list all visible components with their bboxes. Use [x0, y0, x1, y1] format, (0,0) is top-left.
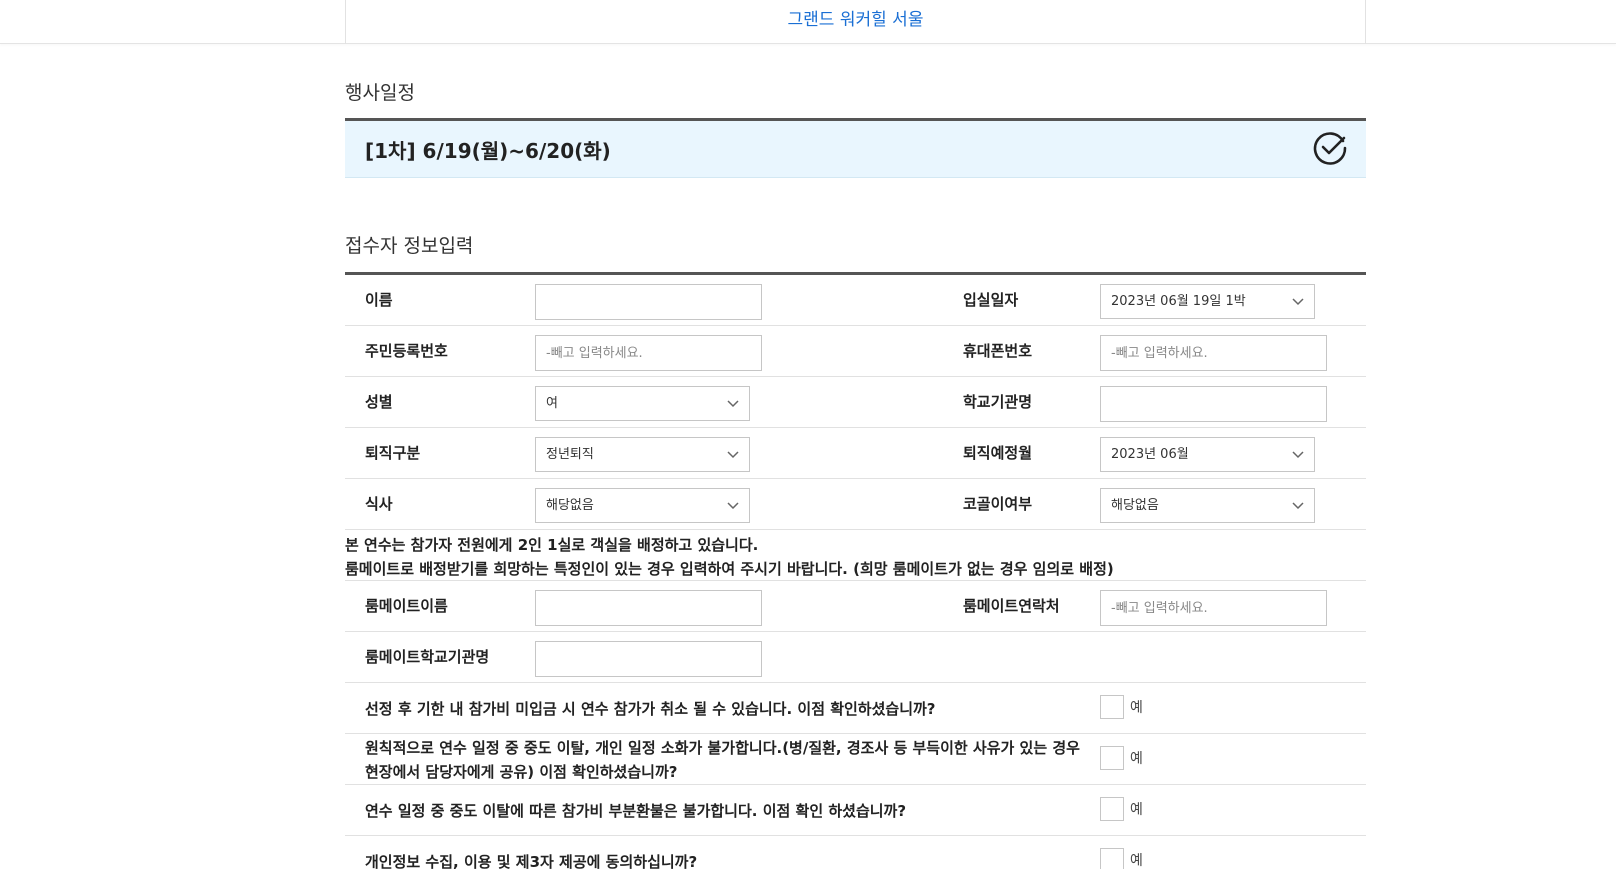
- chevron-down-icon: [727, 451, 739, 459]
- venue-link[interactable]: 그랜드 워커힐 서울: [788, 5, 924, 30]
- confirm-checkbox-label[interactable]: 예: [1130, 683, 1143, 734]
- roommate-contact-input[interactable]: [1100, 590, 1327, 626]
- roommate-notice: 본 연수는 참가자 전원에게 2인 1실로 객실을 배정하고 있습니다. 룸메이…: [345, 530, 1366, 581]
- confirm-checkbox[interactable]: [1100, 797, 1124, 821]
- snore-label: 코골이여부: [963, 495, 1033, 513]
- applicant-info-section-title: 접수자 정보입력: [345, 235, 474, 257]
- form-row-roommate-school: 룸메이트학교기관명: [345, 632, 1366, 683]
- roommate-name-label: 룸메이트이름: [365, 597, 448, 615]
- confirm-question: 선정 후 기한 내 참가비 미입금 시 연수 참가가 취소 될 수 있습니다. …: [365, 699, 936, 718]
- confirm-checkbox[interactable]: [1100, 848, 1124, 869]
- rrn-label: 주민등록번호: [365, 342, 448, 360]
- name-input[interactable]: [535, 284, 762, 320]
- confirm-row-refund: 연수 일정 중 중도 이탈에 따른 참가비 부분환불은 불가합니다. 이점 확인…: [345, 785, 1366, 836]
- confirm-row-privacy: 개인정보 수집, 이용 및 제3자 제공에 동의하십니까? 예: [345, 836, 1366, 869]
- schedule-option-selected[interactable]: [1차] 6/19(월)~6/20(화): [345, 118, 1366, 178]
- retire-type-label: 퇴직구분: [365, 444, 421, 462]
- snore-value: 해당없음: [1111, 498, 1159, 513]
- checkin-date-select[interactable]: 2023년 06월 19일 1박: [1100, 284, 1315, 319]
- schedule-section-title: 행사일정: [345, 82, 415, 104]
- roommate-school-input[interactable]: [535, 641, 762, 677]
- gender-select[interactable]: 여: [535, 386, 750, 421]
- confirm-checkbox[interactable]: [1100, 695, 1124, 719]
- name-label: 이름: [365, 291, 393, 309]
- confirm-checkbox-label[interactable]: 예: [1130, 785, 1143, 836]
- retire-month-label: 퇴직예정월: [963, 444, 1033, 462]
- chevron-down-icon: [727, 400, 739, 408]
- chevron-down-icon: [727, 502, 739, 510]
- confirm-row-payment: 선정 후 기한 내 참가비 미입금 시 연수 참가가 취소 될 수 있습니다. …: [345, 683, 1366, 734]
- confirm-question: 개인정보 수집, 이용 및 제3자 제공에 동의하십니까?: [365, 852, 698, 869]
- check-circle-icon: [1313, 132, 1347, 165]
- roommate-name-input[interactable]: [535, 590, 762, 626]
- gender-label: 성별: [365, 393, 393, 411]
- notice-line-1: 본 연수는 참가자 전원에게 2인 1실로 객실을 배정하고 있습니다.: [345, 536, 759, 554]
- confirm-checkbox-label[interactable]: 예: [1130, 836, 1143, 869]
- meal-select[interactable]: 해당없음: [535, 488, 750, 523]
- retire-type-value: 정년퇴직: [546, 447, 594, 462]
- chevron-down-icon: [1292, 298, 1304, 306]
- checkin-date-label: 입실일자: [963, 291, 1019, 309]
- notice-line-2: 룸메이트로 배정받기를 희망하는 특정인이 있는 경우 입력하여 주시기 바랍니…: [345, 560, 1114, 578]
- top-header-band: 그랜드 워커힐 서울: [0, 0, 1616, 44]
- roommate-school-label: 룸메이트학교기관명: [365, 648, 490, 666]
- chevron-down-icon: [1292, 451, 1304, 459]
- applicant-form: 이름 입실일자 2023년 06월 19일 1박 주민등록번호 휴대폰번호 성별…: [345, 272, 1366, 869]
- confirm-checkbox[interactable]: [1100, 746, 1124, 770]
- gender-value: 여: [546, 396, 558, 411]
- chevron-down-icon: [1292, 502, 1304, 510]
- meal-value: 해당없음: [546, 498, 594, 513]
- form-row-meal: 식사 해당없음 코골이여부 해당없음: [345, 479, 1366, 530]
- retire-type-select[interactable]: 정년퇴직: [535, 437, 750, 472]
- form-row-retire: 퇴직구분 정년퇴직 퇴직예정월 2023년 06월: [345, 428, 1366, 479]
- phone-input[interactable]: [1100, 335, 1327, 371]
- confirm-question: 연수 일정 중 중도 이탈에 따른 참가비 부분환불은 불가합니다. 이점 확인…: [365, 801, 907, 820]
- form-row-gender: 성별 여 학교기관명: [345, 377, 1366, 428]
- snore-select[interactable]: 해당없음: [1100, 488, 1315, 523]
- school-label: 학교기관명: [963, 393, 1033, 411]
- meal-label: 식사: [365, 495, 393, 513]
- confirm-checkbox-label[interactable]: 예: [1130, 734, 1143, 785]
- school-input[interactable]: [1100, 386, 1327, 422]
- retire-month-value: 2023년 06월: [1111, 447, 1189, 462]
- retire-month-select[interactable]: 2023년 06월: [1100, 437, 1315, 472]
- confirm-question: 원칙적으로 연수 일정 중 중도 이탈, 개인 일정 소화가 불가합니다.(병/…: [365, 738, 1080, 781]
- form-row-name: 이름 입실일자 2023년 06월 19일 1박: [345, 275, 1366, 326]
- form-row-rrn: 주민등록번호 휴대폰번호: [345, 326, 1366, 377]
- confirm-row-attendance: 원칙적으로 연수 일정 중 중도 이탈, 개인 일정 소화가 불가합니다.(병/…: [345, 734, 1366, 785]
- roommate-contact-label: 룸메이트연락처: [963, 597, 1060, 615]
- top-header-inner: 그랜드 워커힐 서울: [345, 0, 1366, 44]
- form-row-roommate: 룸메이트이름 룸메이트연락처: [345, 581, 1366, 632]
- schedule-option-label: [1차] 6/19(월)~6/20(화): [365, 139, 611, 163]
- rrn-input[interactable]: [535, 335, 762, 371]
- checkin-date-value: 2023년 06월 19일 1박: [1111, 294, 1246, 309]
- phone-label: 휴대폰번호: [963, 342, 1033, 360]
